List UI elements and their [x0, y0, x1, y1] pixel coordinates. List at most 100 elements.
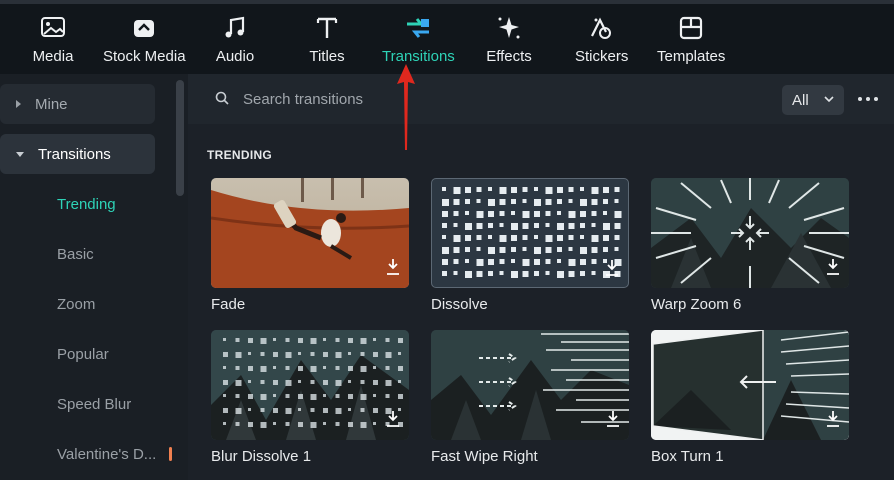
dissolve-dot: [465, 247, 470, 252]
blur-dot: [323, 366, 326, 369]
download-icon[interactable]: [825, 258, 841, 276]
download-icon[interactable]: [385, 410, 401, 428]
transition-card-warp-zoom-6[interactable]: Warp Zoom 6: [651, 178, 849, 313]
filter-dropdown[interactable]: All: [782, 85, 844, 115]
blur-dot: [323, 394, 326, 397]
dissolve-dot: [603, 223, 610, 230]
blur-dot: [310, 366, 317, 372]
dissolve-dot: [465, 259, 469, 263]
tab-transitions[interactable]: Transitions: [382, 14, 455, 70]
download-icon[interactable]: [385, 258, 401, 276]
blur-dot: [335, 394, 340, 398]
dissolve-dot: [522, 271, 529, 277]
blur-dot: [235, 422, 240, 426]
dissolve-dot: [568, 199, 573, 203]
blur-dot: [285, 338, 290, 342]
blur-dot: [360, 338, 367, 344]
download-icon[interactable]: [605, 410, 621, 428]
dissolve-dot: [476, 247, 481, 251]
dissolve-dot: [499, 235, 507, 242]
sidebar-subitem-popular[interactable]: Popular: [57, 346, 109, 363]
dissolve-dot: [511, 187, 517, 193]
tab-stickers[interactable]: Stickers: [575, 14, 628, 70]
blur-dot: [385, 338, 390, 342]
sidebar-subitem-zoom[interactable]: Zoom: [57, 296, 95, 313]
sidebar-scrollbar[interactable]: [176, 80, 184, 196]
dissolve-dot: [591, 211, 597, 216]
sidebar-item-mine[interactable]: Mine: [0, 84, 155, 124]
dissolve-dot: [614, 235, 620, 240]
dissolve-dot: [442, 235, 446, 239]
media-icon: [41, 17, 65, 37]
transition-card-fade[interactable]: Fade: [211, 178, 409, 313]
sidebar-subitem-basic[interactable]: Basic: [57, 246, 94, 263]
tab-effects[interactable]: Effects: [486, 14, 532, 70]
blur-dot: [348, 338, 353, 343]
dissolve-dot: [545, 271, 550, 275]
dissolve-dot: [511, 259, 515, 263]
search-input[interactable]: [243, 88, 543, 110]
blur-dot: [235, 352, 242, 358]
blur-dot: [323, 408, 328, 413]
dissolve-dot: [545, 247, 552, 253]
sidebar-item-mine-label: Mine: [35, 95, 68, 113]
blur-dot: [373, 422, 376, 425]
dissolve-dot: [534, 223, 539, 228]
transition-card-dissolve[interactable]: Dissolve: [431, 178, 629, 313]
dissolve-dot: [522, 235, 528, 240]
blur-dot: [298, 408, 301, 411]
dissolve-dot: [488, 271, 493, 276]
dissolve-dot: [511, 247, 516, 252]
tab-templates-label: Templates: [657, 48, 726, 65]
card-title: Warp Zoom 6: [651, 296, 742, 313]
more-options-button[interactable]: [858, 97, 878, 103]
blur-dot: [285, 394, 290, 398]
blur-dot: [248, 394, 253, 399]
music-note-icon: [225, 16, 245, 38]
download-icon[interactable]: [604, 259, 620, 277]
sidebar-subitem-speed-blur[interactable]: Speed Blur: [57, 396, 131, 413]
blur-dot: [360, 422, 367, 428]
dissolve-dot: [591, 199, 598, 205]
dissolve-dot: [580, 247, 587, 254]
dissolve-dot: [545, 223, 550, 227]
dissolve-dot: [591, 259, 597, 264]
blur-dot: [310, 394, 317, 400]
blur-dot: [260, 352, 265, 356]
transition-card-box-turn-1[interactable]: Box Turn 1: [651, 330, 849, 465]
dissolve-dot: [476, 211, 484, 218]
dissolve-dot: [442, 211, 448, 217]
warp-zoom-thumbnail-image: [651, 178, 849, 288]
blur-dot: [260, 366, 267, 372]
download-icon[interactable]: [825, 410, 841, 428]
dissolve-dot: [465, 223, 472, 230]
dissolve-dot: [522, 211, 530, 218]
tab-stock-media[interactable]: Stock Media: [103, 14, 186, 70]
dissolve-dot: [522, 187, 528, 192]
sidebar-item-transitions[interactable]: Transitions: [0, 134, 155, 174]
annotation-arrow-icon: [397, 64, 415, 150]
blur-dot: [235, 338, 240, 342]
blur-dot: [348, 352, 351, 355]
transition-card-blur-dissolve-1[interactable]: Blur Dissolve 1: [211, 330, 409, 465]
tab-titles[interactable]: Titles: [307, 14, 347, 70]
blur-dot: [285, 408, 292, 414]
new-indicator-badge: [169, 447, 172, 461]
blur-dot: [248, 352, 251, 355]
tab-audio[interactable]: Audio: [214, 14, 256, 70]
dissolve-dot: [534, 235, 538, 239]
dissolve-dot: [591, 187, 599, 194]
sidebar-subitem-valentines-day[interactable]: Valentine's D...: [57, 446, 156, 463]
dissolve-dot: [465, 199, 470, 204]
blur-dot: [360, 366, 367, 372]
dissolve-dot: [499, 211, 505, 216]
blur-dot: [398, 352, 401, 355]
tab-templates[interactable]: Templates: [657, 14, 725, 70]
blur-dot: [223, 394, 226, 397]
sidebar-subitem-trending[interactable]: Trending: [57, 196, 116, 213]
stock-media-icon: [134, 20, 154, 37]
transition-card-fast-wipe-right[interactable]: Fast Wipe Right: [431, 330, 629, 465]
tab-media[interactable]: Media: [32, 14, 74, 70]
dissolve-dot: [488, 187, 492, 191]
blur-dot: [235, 380, 242, 386]
